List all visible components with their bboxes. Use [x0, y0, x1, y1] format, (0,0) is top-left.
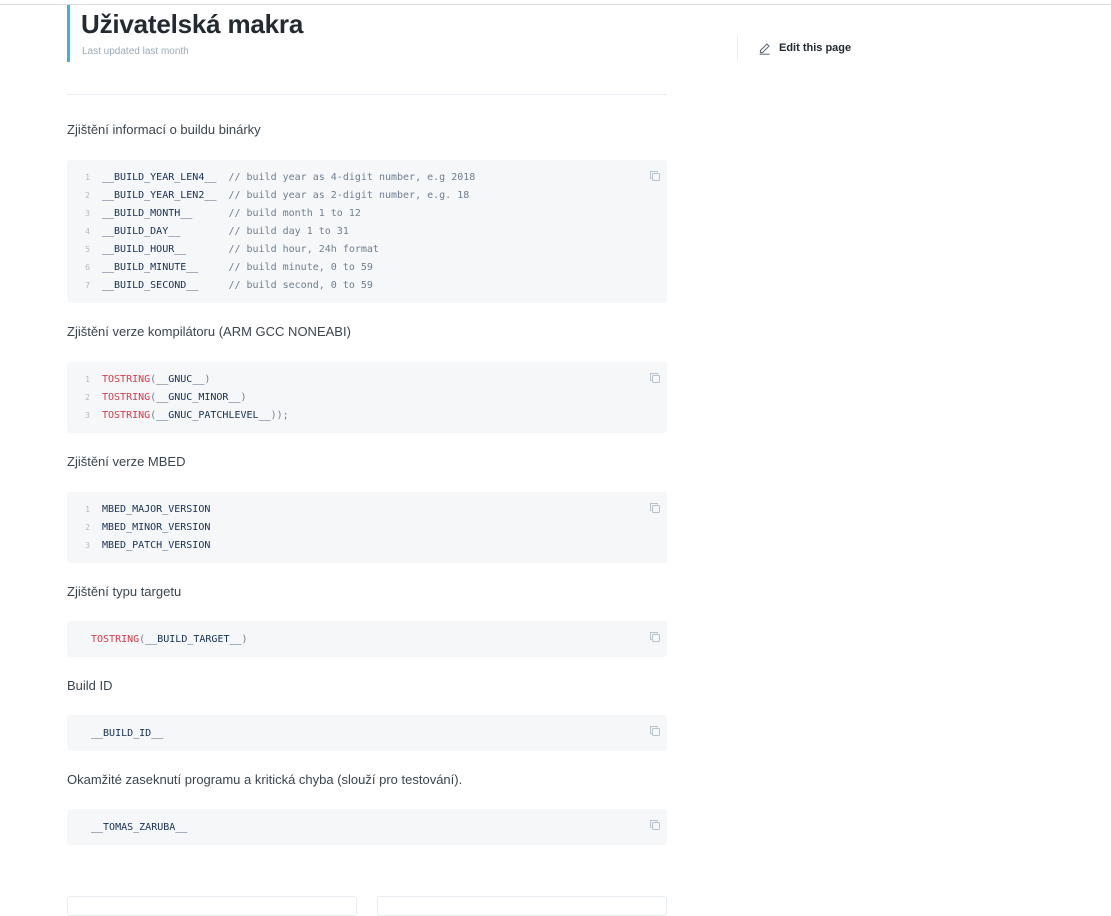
section-heading-target: Zjištění typu targetu [67, 584, 182, 599]
line-number: 2 [85, 392, 90, 402]
code-line: 1 __BUILD_YEAR_LEN4__ // build year as 4-… [67, 168, 475, 186]
line-number: 1 [85, 374, 90, 384]
code-comment: // build minute, 0 to 59 [228, 261, 373, 273]
code-keyword: TOSTRING [102, 409, 151, 421]
code-text: __BUILD_MONTH__ [102, 207, 229, 219]
line-number: 3 [85, 410, 90, 420]
code-block-crash: __TOMAS_ZARUBA__ [67, 809, 667, 845]
code-block-build-id: __BUILD_ID__ [67, 715, 667, 751]
copy-code-button[interactable] [649, 630, 661, 642]
page-header: Uživatelská makra Last updated last mont… [67, 5, 667, 62]
code-comment: // build year as 2-digit number, e.g. 18 [228, 189, 470, 201]
copy-icon [650, 820, 660, 830]
code-line: __TOMAS_ZARUBA__ [91, 818, 187, 836]
line-number: 3 [85, 540, 90, 550]
next-page-card[interactable] [377, 896, 667, 916]
line-number: 5 [85, 244, 90, 254]
code-line: 6 __BUILD_MINUTE__ // build minute, 0 to … [67, 258, 373, 276]
code-line: 3 __BUILD_MONTH__ // build month 1 to 12 [67, 204, 361, 222]
code-keyword: TOSTRING [102, 391, 151, 403]
code-line: 2 __BUILD_YEAR_LEN2__ // build year as 2-… [67, 186, 469, 204]
code-block-binary-info: 1 __BUILD_YEAR_LEN4__ // build year as 4-… [67, 160, 667, 303]
copy-code-button[interactable] [649, 724, 661, 736]
code-line: 3 TOSTRING(__GNUC_PATCHLEVEL__)); [67, 406, 289, 424]
previous-page-card[interactable] [67, 896, 357, 916]
code-text: MBED_MAJOR_VERSION [102, 503, 211, 515]
code-line: 2 TOSTRING(__GNUC_MINOR__) [67, 388, 247, 406]
code-comment: // build month 1 to 12 [228, 207, 361, 219]
line-number: 6 [85, 262, 90, 272]
line-number: 1 [85, 504, 90, 514]
code-line: 1 TOSTRING(__GNUC__) [67, 370, 210, 388]
line-number: 7 [85, 280, 90, 290]
code-text: __TOMAS_ZARUBA__ [91, 821, 188, 833]
line-number: 3 [85, 208, 90, 218]
copy-icon [650, 632, 660, 642]
code-text: MBED_MINOR_VERSION [102, 521, 211, 533]
line-number: 4 [85, 226, 90, 236]
copy-icon [650, 373, 660, 383]
copy-code-button[interactable] [649, 169, 661, 181]
code-line: 1 MBED_MAJOR_VERSION [67, 500, 210, 518]
copy-icon [650, 171, 660, 181]
line-number: 1 [85, 172, 90, 182]
section-heading-compiler: Zjištění verze kompilátoru (ARM GCC NONE… [67, 324, 351, 339]
code-keyword: TOSTRING [91, 633, 140, 645]
code-line: 3 MBED_PATCH_VERSION [67, 536, 210, 554]
copy-code-button[interactable] [649, 371, 661, 383]
code-text: __BUILD_DAY__ [102, 225, 229, 237]
code-comment: // build year as 4-digit number, e.g 201… [228, 171, 476, 183]
code-line: TOSTRING(__BUILD_TARGET__) [91, 630, 248, 648]
header-accent-bar [67, 5, 70, 62]
code-line: 5 __BUILD_HOUR__ // build hour, 24h forma… [67, 240, 379, 258]
code-block-compiler: 1 TOSTRING(__GNUC__) 2 TOSTRING(__GNUC_MIN… [67, 362, 667, 433]
copy-code-button[interactable] [649, 501, 661, 513]
code-text: __BUILD_YEAR_LEN2__ [102, 189, 229, 201]
code-line: 7 __BUILD_SECOND__ // build second, 0 to … [67, 276, 373, 294]
code-punctuation: ) [241, 633, 248, 645]
code-comment: // build day 1 to 31 [228, 225, 349, 237]
line-number: 2 [85, 190, 90, 200]
code-text: __BUILD_SECOND__ [102, 279, 229, 291]
section-heading-mbed: Zjištění verze MBED [67, 454, 186, 469]
code-block-target: TOSTRING(__BUILD_TARGET__) [67, 621, 667, 657]
line-number: 2 [85, 522, 90, 532]
section-heading-build-id: Build ID [67, 678, 113, 693]
code-comment: // build second, 0 to 59 [228, 279, 373, 291]
code-text: __BUILD_TARGET__ [145, 633, 242, 645]
code-keyword: TOSTRING [102, 373, 151, 385]
code-block-mbed: 1 MBED_MAJOR_VERSION 2 MBED_MINOR_VERSION … [67, 492, 667, 563]
code-text: __BUILD_ID__ [91, 727, 164, 739]
code-comment: // build hour, 24h format [228, 243, 379, 255]
edit-page-label: Edit this page [779, 42, 852, 54]
header-divider [67, 94, 667, 95]
code-text: __GNUC__ [156, 373, 205, 385]
code-line: 4 __BUILD_DAY__ // build day 1 to 31 [67, 222, 349, 240]
page-title: Uživatelská makra [81, 9, 304, 39]
pencil-icon [759, 42, 770, 55]
section-heading-binary-info: Zjištění informací o buildu binárky [67, 122, 261, 137]
code-text: __BUILD_YEAR_LEN4__ [102, 171, 229, 183]
section-heading-crash: Okamžité zaseknutí programu a kritická c… [67, 772, 463, 787]
code-punctuation: ) [204, 373, 211, 385]
code-punctuation: )); [270, 409, 289, 421]
copy-code-button[interactable] [649, 818, 661, 830]
code-text: MBED_PATCH_VERSION [102, 539, 211, 551]
last-updated: Last updated last month [82, 46, 189, 57]
code-punctuation: ) [240, 391, 247, 403]
edit-page-link[interactable]: Edit this page [737, 36, 851, 60]
copy-icon [650, 726, 660, 736]
copy-icon [650, 503, 660, 513]
code-text: __GNUC_MINOR__ [156, 391, 241, 403]
code-line: 2 MBED_MINOR_VERSION [67, 518, 210, 536]
code-text: __BUILD_HOUR__ [102, 243, 229, 255]
code-line: __BUILD_ID__ [91, 724, 163, 742]
code-text: __GNUC_PATCHLEVEL__ [156, 409, 271, 421]
code-text: __BUILD_MINUTE__ [102, 261, 229, 273]
